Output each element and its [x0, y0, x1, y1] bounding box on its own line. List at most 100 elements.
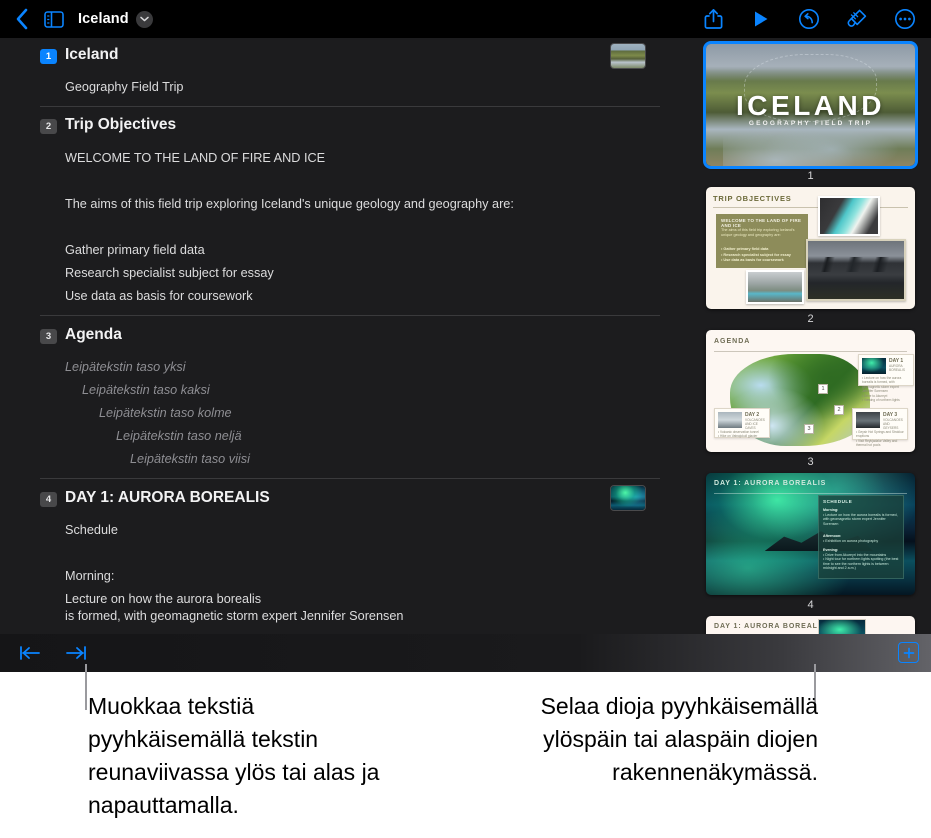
slide-badge-1[interactable]: 1 — [40, 49, 57, 64]
outline-placeholder-3-3[interactable]: Leipätekstin taso neljä — [116, 429, 242, 443]
toolbar-left-group: Iceland — [0, 4, 153, 34]
navigator-number-4: 4 — [807, 599, 814, 611]
undo-icon[interactable] — [793, 4, 825, 34]
add-slide-button[interactable] — [898, 642, 919, 663]
outline-divider-3 — [40, 478, 660, 479]
outline-view[interactable]: 1 Iceland Geography Field Trip 2 Trip Ob… — [0, 38, 690, 634]
outline-body-4-0[interactable]: Schedule — [65, 523, 118, 537]
slide-3-card-day2: DAY 2 VOLCANOES AND ICE CAVES • Volcanic… — [714, 408, 770, 438]
slide-badge-2[interactable]: 2 — [40, 119, 57, 134]
view-sidebar-icon[interactable] — [38, 4, 70, 34]
slide-2-canvas: TRIP OBJECTIVES WELCOME TO THE LAND OF F… — [706, 187, 915, 309]
slide-5-photo-aurora — [818, 619, 866, 634]
group-items-evening: • Drive from Akureyri into the mountains… — [823, 552, 899, 571]
slide-2-photo-geothermal — [746, 270, 804, 304]
card-subtitle-day3: VOLCANOES AND GEYSERS — [883, 418, 903, 430]
card-image-geyser — [856, 412, 880, 428]
outline-placeholder-3-1[interactable]: Leipätekstin taso kaksi — [82, 383, 210, 397]
slide-3-canvas: AGENDA 1 2 3 DAY 1 AURORA BOREALIS • Lec… — [706, 330, 915, 452]
outline-title-3[interactable]: Agenda — [65, 326, 122, 344]
map-pin-3: 3 — [804, 424, 814, 434]
iceland-landscape-thumbnail[interactable] — [610, 43, 646, 69]
outline-body-2-3[interactable]: Research specialist subject for essay — [65, 266, 274, 280]
back-button[interactable] — [6, 4, 38, 34]
navigator-slide-2[interactable]: TRIP OBJECTIVES WELCOME TO THE LAND OF F… — [690, 187, 931, 327]
navigator-slide-5[interactable]: DAY 1: AURORA BOREALIS — [690, 616, 931, 634]
slide-4-group-evening: Evening: • Drive from Akureyri into the … — [823, 548, 900, 571]
card-subtitle-day1: AURORA BOREALIS — [889, 364, 905, 372]
slide-4-rule — [714, 493, 907, 494]
slide-4-group-morning: Morning: • Lecture on how the aurora bor… — [823, 508, 900, 526]
ellipsis-circle-icon[interactable] — [889, 4, 921, 34]
document-title[interactable]: Iceland — [78, 11, 129, 27]
navigator-thumbnail-1[interactable]: ICELAND GEOGRAPHY FIELD TRIP — [703, 41, 918, 169]
slide-1-subtitle: GEOGRAPHY FIELD TRIP — [748, 119, 873, 127]
share-icon[interactable] — [697, 4, 729, 34]
navigator-slide-3[interactable]: AGENDA 1 2 3 DAY 1 AURORA BOREALIS • Lec… — [690, 330, 931, 470]
slide-badge-4[interactable]: 4 — [40, 492, 57, 507]
outline-body-2-4[interactable]: Use data as basis for coursework — [65, 289, 253, 303]
slide-3-card-day1: DAY 1 AURORA BOREALIS • Lecture on how t… — [858, 354, 914, 402]
caption-edit-text: Muokkaa tekstiä pyyhkäisemällä tekstin r… — [88, 693, 380, 818]
slide-4-schedule-box: SCHEDULE Morning: • Lecture on how the a… — [818, 495, 904, 579]
outline-title-1[interactable]: Iceland — [65, 46, 118, 64]
navigator-slide-1[interactable]: ICELAND GEOGRAPHY FIELD TRIP 1 — [690, 41, 931, 184]
slide-2-box-title: WELCOME TO THE LAND OF FIRE AND ICE — [721, 218, 802, 228]
play-icon[interactable] — [745, 4, 777, 34]
slide-1-title: ICELAND — [736, 90, 885, 122]
outline-body-4-3[interactable]: is formed, with geomagnetic storm expert… — [65, 609, 404, 623]
card-subtitle-day2: VOLCANOES AND ICE CAVES — [745, 418, 765, 430]
navigator-number-1: 1 — [807, 170, 814, 182]
aurora-borealis-thumbnail[interactable] — [610, 485, 646, 511]
navigator-thumbnail-3[interactable]: AGENDA 1 2 3 DAY 1 AURORA BOREALIS • Lec… — [706, 330, 915, 452]
slide-1-canvas: ICELAND GEOGRAPHY FIELD TRIP — [706, 44, 915, 166]
outline-title-2[interactable]: Trip Objectives — [65, 116, 176, 134]
card-body-day2: • Volcanic observation tunnel • Hike on … — [718, 430, 759, 439]
card-image-glacier — [718, 412, 742, 428]
slide-5-heading: DAY 1: AURORA BOREALIS — [714, 623, 827, 630]
slide-badge-3[interactable]: 3 — [40, 329, 57, 344]
navigator-thumbnail-5[interactable]: DAY 1: AURORA BOREALIS — [706, 616, 915, 634]
outline-body-4-2[interactable]: Lecture on how the aurora borealis — [65, 592, 261, 606]
slide-2-photo-mountains — [806, 239, 906, 301]
outline-placeholder-3-4[interactable]: Leipätekstin taso viisi — [130, 452, 250, 466]
indent-controls — [0, 638, 92, 668]
outline-title-4[interactable]: DAY 1: AURORA BOREALIS — [65, 489, 270, 507]
chevron-down-icon[interactable] — [135, 10, 153, 28]
slide-3-heading: AGENDA — [714, 338, 751, 345]
card-body-day1: • Lecture on how the aurora borealis is … — [862, 376, 902, 403]
slide-4-heading: DAY 1: AURORA BOREALIS — [714, 480, 827, 487]
indent-button[interactable] — [60, 638, 92, 668]
thumbnail-image — [611, 486, 645, 510]
outline-placeholder-3-0[interactable]: Leipätekstin taso yksi — [65, 360, 186, 374]
navigator-slide-4[interactable]: DAY 1: AURORA BOREALIS SCHEDULE Morning:… — [690, 473, 931, 613]
navigator-thumbnail-2[interactable]: TRIP OBJECTIVES WELCOME TO THE LAND OF F… — [706, 187, 915, 309]
outline-body-2-0[interactable]: WELCOME TO THE LAND OF FIRE AND ICE — [65, 151, 325, 165]
group-label-morning: Morning: — [823, 508, 839, 512]
group-label-afternoon: Afternoon: — [823, 534, 842, 538]
toolbar-right-group — [697, 0, 921, 38]
slide-3-card-day3: DAY 3 VOLCANOES AND GEYSERS • Geysir Hot… — [852, 408, 908, 447]
map-pin-2: 2 — [834, 405, 844, 415]
add-slide-container — [898, 642, 919, 663]
slide-2-photo-lagoon — [818, 196, 880, 236]
caption-scroll-slides: Selaa dioja pyyhkäisemällä ylöspäin tai … — [540, 693, 818, 785]
paintbrush-icon[interactable] — [841, 4, 873, 34]
group-items-morning: • Lecture on how the aurora borealis is … — [823, 512, 898, 526]
group-items-afternoon: • Exhibition on aurora photography — [823, 538, 879, 543]
outline-body-1-0[interactable]: Geography Field Trip — [65, 80, 183, 94]
group-label-evening: Evening: — [823, 548, 839, 552]
outline-body-2-2[interactable]: Gather primary field data — [65, 243, 205, 257]
navigator-thumbnail-4[interactable]: DAY 1: AURORA BOREALIS SCHEDULE Morning:… — [706, 473, 915, 595]
outline-body-2-1[interactable]: The aims of this field trip exploring Ic… — [65, 197, 514, 211]
outline-body-4-1[interactable]: Morning: — [65, 569, 114, 583]
slide-navigator[interactable]: ICELAND GEOGRAPHY FIELD TRIP 1 TRIP OBJE… — [690, 38, 931, 634]
outline-divider-1 — [40, 106, 660, 107]
slide-5-canvas: DAY 1: AURORA BOREALIS — [706, 616, 915, 634]
outdent-button[interactable] — [14, 638, 46, 668]
outline-placeholder-3-2[interactable]: Leipätekstin taso kolme — [99, 406, 232, 420]
slide-3-rule — [714, 351, 907, 352]
slide-2-box-bullets: • Gather primary field data • Research s… — [721, 247, 791, 263]
slide-2-box-paragraph: The aims of this field trip exploring Ic… — [721, 228, 795, 238]
navigator-number-2: 2 — [807, 313, 814, 325]
